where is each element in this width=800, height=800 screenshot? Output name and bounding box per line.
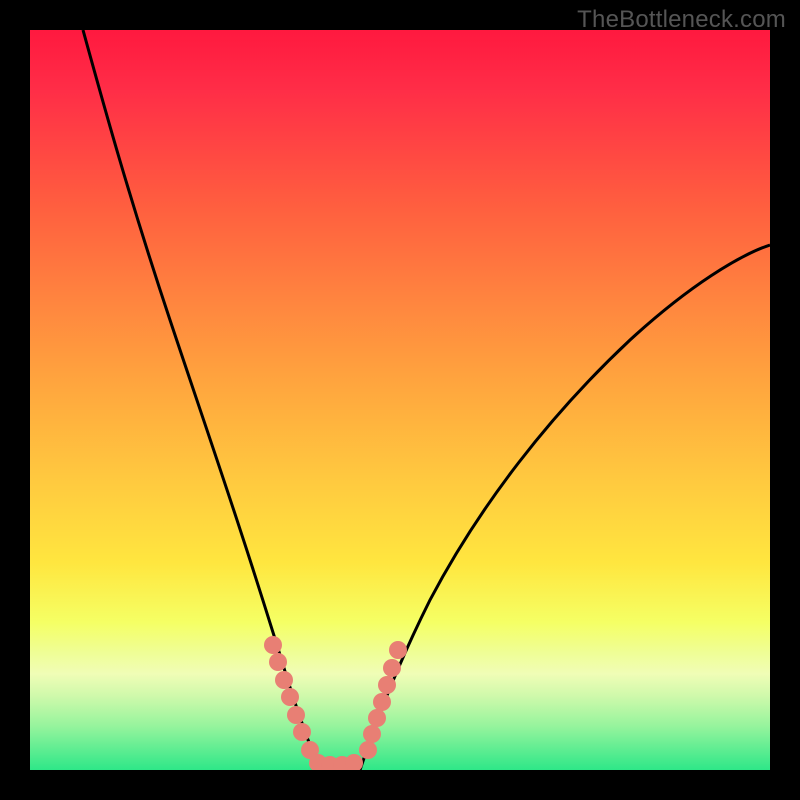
bead-marker <box>345 754 363 770</box>
bead-marker <box>264 636 282 654</box>
bead-marker <box>359 741 377 759</box>
chart-frame: TheBottleneck.com <box>0 0 800 800</box>
bead-marker <box>269 653 287 671</box>
curve-layer <box>30 30 770 770</box>
bead-marker <box>383 659 401 677</box>
bead-marker <box>293 723 311 741</box>
bead-marker <box>368 709 386 727</box>
bead-marker <box>378 676 396 694</box>
bead-marker <box>363 725 381 743</box>
bead-markers <box>264 636 407 770</box>
plot-area <box>30 30 770 770</box>
bead-marker <box>287 706 305 724</box>
bead-marker <box>373 693 391 711</box>
right-branch-curve <box>360 245 770 770</box>
bead-marker <box>275 671 293 689</box>
bead-marker <box>389 641 407 659</box>
bead-marker <box>281 688 299 706</box>
